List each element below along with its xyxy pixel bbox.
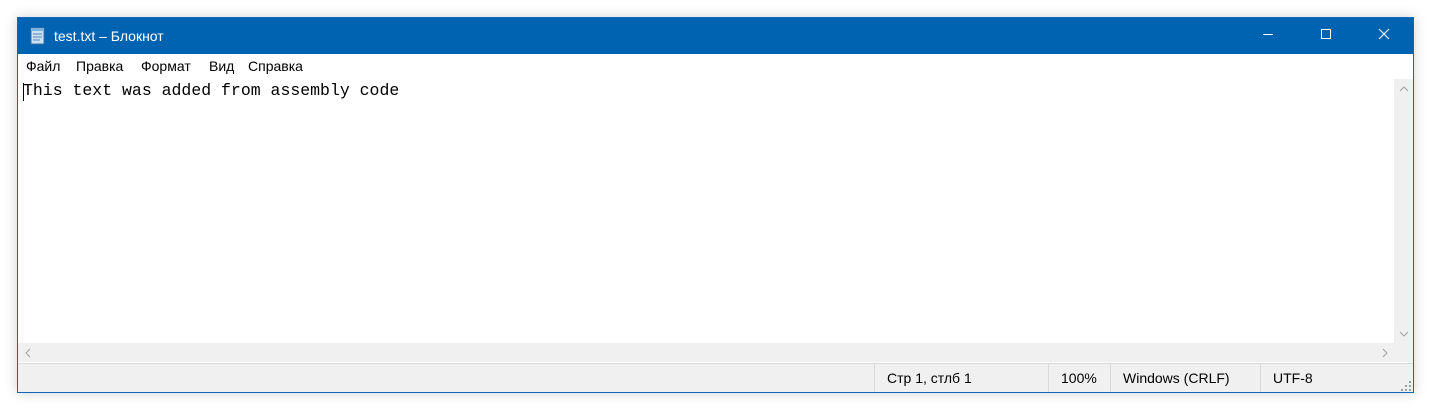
menu-edit[interactable]: Правка [74, 54, 125, 78]
status-position: Стр 1, стлб 1 [874, 364, 1048, 392]
menu-file[interactable]: Файл [24, 54, 62, 78]
status-line-ending: Windows (CRLF) [1110, 364, 1260, 392]
maximize-button[interactable] [1297, 18, 1355, 54]
editor-content: This text was added from assembly code [23, 81, 400, 100]
vertical-scrollbar[interactable] [1394, 79, 1413, 343]
scroll-right-icon[interactable] [1375, 343, 1394, 362]
minimize-icon [1262, 27, 1274, 45]
status-zoom: 100% [1048, 364, 1110, 392]
minimize-button[interactable] [1239, 18, 1297, 54]
scroll-down-icon[interactable] [1394, 324, 1413, 343]
title-bar[interactable]: test.txt – Блокнот [18, 18, 1413, 54]
resize-grip-icon[interactable] [1400, 379, 1412, 391]
scroll-left-icon[interactable] [18, 343, 37, 362]
notepad-icon [28, 26, 48, 46]
menu-bar: Файл Правка Формат Вид Справка [18, 54, 1413, 78]
scroll-up-icon[interactable] [1394, 79, 1413, 98]
status-bar: Стр 1, стлб 1 100% Windows (CRLF) UTF-8 [18, 363, 1413, 392]
maximize-icon [1320, 27, 1332, 45]
horizontal-scrollbar[interactable] [18, 343, 1394, 362]
close-button[interactable] [1355, 18, 1413, 54]
text-editor[interactable]: This text was added from assembly code [18, 79, 1394, 343]
menu-format[interactable]: Формат [139, 54, 193, 78]
scrollbar-corner [1394, 343, 1413, 362]
status-encoding: UTF-8 [1260, 364, 1413, 392]
close-icon [1378, 27, 1390, 45]
menu-view[interactable]: Вид [207, 54, 236, 78]
window-title: test.txt – Блокнот [54, 28, 164, 44]
text-caret [23, 83, 24, 101]
menu-help[interactable]: Справка [246, 54, 305, 78]
notepad-window: test.txt – Блокнот Файл Правка Формат Ви… [17, 17, 1414, 393]
